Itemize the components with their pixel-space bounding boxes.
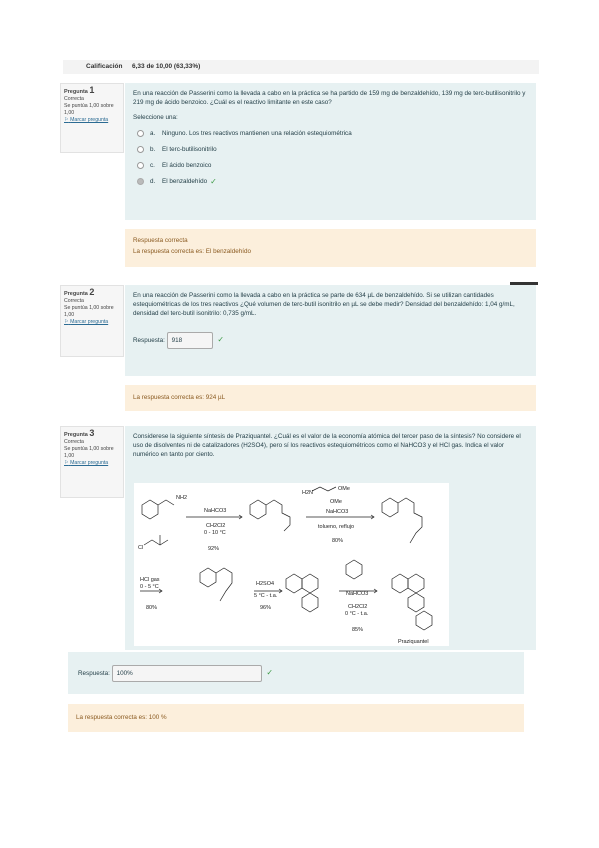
question-score: Se puntúa 1,00 sobre 1,00 — [64, 446, 114, 459]
radio-button[interactable] — [137, 129, 144, 137]
scheme-step3-temp: 0 - 5 °C — [140, 584, 159, 590]
question-text: Considerese la siguiente síntesis de Pra… — [133, 433, 521, 458]
scheme-step5-yield: 85% — [352, 627, 363, 633]
scheme-ome1: OMe — [338, 486, 350, 492]
scheme-step1-solvent: CH2Cl2 — [206, 523, 225, 529]
option-a[interactable]: a. Ninguno. Los tres reactivos mantienen… — [133, 125, 528, 141]
option-b[interactable]: b. El terc-butilisonitrilo — [133, 141, 528, 157]
question-1-content: En una reacción de Passerini como la lle… — [125, 83, 536, 220]
option-c[interactable]: c. El ácido benzoico — [133, 157, 528, 173]
feedback-text: La respuesta correcta es: 924 µL — [133, 394, 226, 401]
question-3-feedback: La respuesta correcta es: 100 % — [68, 704, 524, 732]
scheme-nh2: NH2 — [176, 495, 187, 501]
answer-row: Respuesta: 918 ✓ — [133, 332, 528, 349]
question-1-feedback: Respuesta correcta La respuesta correcta… — [125, 229, 536, 267]
question-text: En una reacción de Passerini como la lle… — [133, 292, 515, 317]
flag-icon: ⚐ — [64, 117, 69, 123]
scheme-step4-temp: 5 °C - t.a. — [254, 593, 278, 599]
select-label: Seleccione una: — [133, 114, 178, 121]
radio-button[interactable] — [137, 161, 144, 169]
question-2-content: En una reacción de Passerini como la lle… — [125, 285, 536, 376]
scheme-step1-reagent: NaHCO3 — [204, 508, 226, 514]
question-status: Correcta — [64, 298, 84, 304]
scheme-product-label: Praziquantel — [398, 639, 429, 645]
flag-question-link[interactable]: ⚐ Marcar pregunta — [64, 460, 120, 467]
question-info-1: Pregunta 1 Correcta Se puntúa 1,00 sobre… — [60, 83, 124, 153]
scheme-step2-cond: tolueno, reflujo — [318, 524, 354, 530]
option-d[interactable]: d. El benzaldehído ✓ — [133, 173, 528, 189]
grade-value: 6,33 de 10,00 (63,33%) — [132, 63, 201, 70]
radio-button-selected[interactable] — [137, 177, 144, 185]
praziquantel-synthesis-scheme: NH2 Cl NaHCO3 CH2Cl2 0 - 10 °C 92% H2N O… — [134, 483, 449, 646]
scheme-step3-yield: 80% — [146, 605, 157, 611]
flag-icon: ⚐ — [64, 460, 69, 466]
scheme-step2-yield: 80% — [332, 538, 343, 544]
grade-summary: Calificación 6,33 de 10,00 (63,33%) — [63, 60, 539, 74]
feedback-text: La respuesta correcta es: 100 % — [76, 714, 167, 721]
feedback-title: Respuesta correcta — [133, 237, 188, 244]
question-status: Correcta — [64, 96, 84, 102]
scheme-amine: H2N — [302, 490, 313, 496]
question-info-2: Pregunta 2 Correcta Se puntúa 1,00 sobre… — [60, 285, 124, 357]
check-icon: ✓ — [210, 176, 217, 186]
scheme-step2-reagent: NaHCO3 — [326, 509, 348, 515]
scheme-step5-reagent: NaHCO3 — [346, 591, 368, 597]
question-number: Pregunta 3 — [64, 428, 95, 439]
answer-label: Respuesta: — [78, 670, 110, 678]
scheme-cl: Cl — [138, 545, 143, 551]
radio-button[interactable] — [137, 145, 144, 153]
question-number: Pregunta 2 — [64, 287, 95, 298]
flag-question-link[interactable]: ⚐ Marcar pregunta — [64, 319, 120, 326]
question-number: Pregunta 1 — [64, 85, 95, 96]
question-text: En una reacción de Passerini como la lle… — [133, 90, 526, 106]
question-status: Correcta — [64, 439, 84, 445]
answer-label: Respuesta: — [133, 337, 165, 345]
scheme-step5-temp: 0 °C - t.a. — [345, 611, 369, 617]
scheme-ome2: OMe — [330, 499, 342, 505]
grade-label: Calificación — [86, 63, 123, 70]
feedback-text: La respuesta correcta es: El benzaldehíd… — [133, 248, 251, 255]
flag-icon: ⚐ — [64, 319, 69, 325]
scheme-step1-yield: 92% — [208, 546, 219, 552]
question-3-answer: Respuesta: 100% ✓ — [68, 652, 524, 694]
scheme-step1-temp: 0 - 10 °C — [204, 530, 226, 536]
scheme-step4-reagent: H2SO4 — [256, 581, 274, 587]
scheme-step4-yield: 96% — [260, 605, 271, 611]
question-score: Se puntúa 1,00 sobre 1,00 — [64, 305, 114, 318]
question-2-feedback: La respuesta correcta es: 924 µL — [125, 385, 536, 411]
scheme-step3-reagent: HCl gas — [140, 577, 160, 583]
answer-input[interactable]: 100% — [111, 665, 262, 682]
scheme-step5-solvent: CH2Cl2 — [348, 604, 367, 610]
question-score: Se puntúa 1,00 sobre 1,00 — [64, 103, 114, 116]
check-icon: ✓ — [266, 668, 274, 678]
flag-question-link[interactable]: ⚐ Marcar pregunta — [64, 117, 120, 124]
question-info-3: Pregunta 3 Correcta Se puntúa 1,00 sobre… — [60, 426, 124, 498]
answer-input[interactable]: 918 — [166, 332, 213, 349]
check-icon: ✓ — [217, 335, 225, 345]
